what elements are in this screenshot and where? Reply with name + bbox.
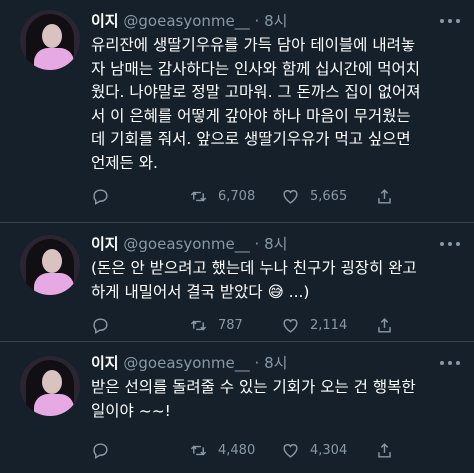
reply-button[interactable]: [91, 440, 120, 460]
display-name[interactable]: 이지: [91, 12, 119, 30]
more-icon[interactable]: [440, 237, 460, 251]
heart-icon: [283, 318, 298, 333]
tweet-actions: 787 2,114: [91, 315, 461, 335]
like-button[interactable]: 2,114: [281, 315, 347, 335]
retweet-button[interactable]: 4,480: [189, 440, 255, 460]
like-button[interactable]: 4,304: [281, 440, 347, 460]
retweet-icon: [190, 445, 207, 455]
share-icon: [378, 188, 391, 204]
tweet-header: 이지 @goeasyonme__ · 8시: [91, 352, 287, 373]
share-icon: [378, 317, 391, 333]
share-button[interactable]: [375, 440, 404, 460]
heart-icon: [283, 443, 298, 458]
user-handle[interactable]: @goeasyonme__: [123, 354, 249, 372]
reply-button[interactable]: [91, 315, 120, 335]
reply-button[interactable]: [91, 186, 120, 206]
separator-dot: ·: [254, 235, 260, 253]
user-handle[interactable]: @goeasyonme__: [123, 235, 249, 253]
like-count: 2,114: [310, 317, 348, 333]
tweet-text: 유리잔에 생딸기우유를 가득 담아 테이블에 내려놓 자 남매는 감사하다는 인…: [91, 36, 421, 172]
tweet-3[interactable]: 이지 @goeasyonme__ · 8시 받은 선의를 돌려줄 수 있는 기회…: [0, 342, 474, 473]
share-button[interactable]: [375, 315, 404, 335]
avatar[interactable]: [20, 10, 80, 70]
retweet-count: 4,480: [218, 442, 256, 458]
share-button[interactable]: [375, 186, 404, 206]
user-handle[interactable]: @goeasyonme__: [123, 12, 249, 30]
more-icon[interactable]: [440, 356, 460, 370]
avatar[interactable]: [20, 356, 80, 416]
retweet-icon: [190, 320, 207, 330]
tweet-text: (돈은 안 받으려고 했는데 누나 친구가 굉장히 완고 하게 내밀어서 결국 …: [91, 259, 417, 301]
tweet-header: 이지 @goeasyonme__ · 8시: [91, 10, 287, 31]
retweet-count: 787: [218, 317, 243, 333]
timestamp[interactable]: 8시: [264, 235, 287, 253]
like-button[interactable]: 5,665: [281, 186, 347, 206]
heart-icon: [283, 189, 298, 204]
retweet-button[interactable]: 6,708: [189, 186, 255, 206]
reply-icon: [93, 442, 108, 459]
tweet-header: 이지 @goeasyonme__ · 8시: [91, 233, 287, 254]
tweet-text: 받은 선의를 돌려줄 수 있는 기회가 오는 건 행복한 일이야 ~~!: [91, 378, 416, 420]
separator-dot: ·: [254, 354, 260, 372]
reply-icon: [93, 188, 108, 205]
separator-dot: ·: [254, 12, 260, 30]
timestamp[interactable]: 8시: [264, 12, 287, 30]
tweet-actions: 4,480 4,304: [91, 440, 461, 460]
retweet-button[interactable]: 787: [189, 315, 243, 335]
display-name[interactable]: 이지: [91, 354, 119, 372]
tweet-actions: 6,708 5,665: [91, 186, 461, 206]
avatar[interactable]: [20, 235, 80, 295]
retweet-count: 6,708: [218, 188, 256, 204]
like-count: 5,665: [310, 188, 348, 204]
timestamp[interactable]: 8시: [264, 354, 287, 372]
tweet-1[interactable]: 이지 @goeasyonme__ · 8시 유리잔에 생딸기우유를 가득 담아 …: [0, 0, 474, 222]
share-icon: [378, 442, 391, 458]
tweet-2[interactable]: 이지 @goeasyonme__ · 8시 (돈은 안 받으려고 했는데 누나 …: [0, 223, 474, 341]
more-icon[interactable]: [440, 14, 460, 28]
display-name[interactable]: 이지: [91, 235, 119, 253]
like-count: 4,304: [310, 442, 348, 458]
reply-icon: [93, 317, 108, 334]
retweet-icon: [190, 191, 207, 201]
